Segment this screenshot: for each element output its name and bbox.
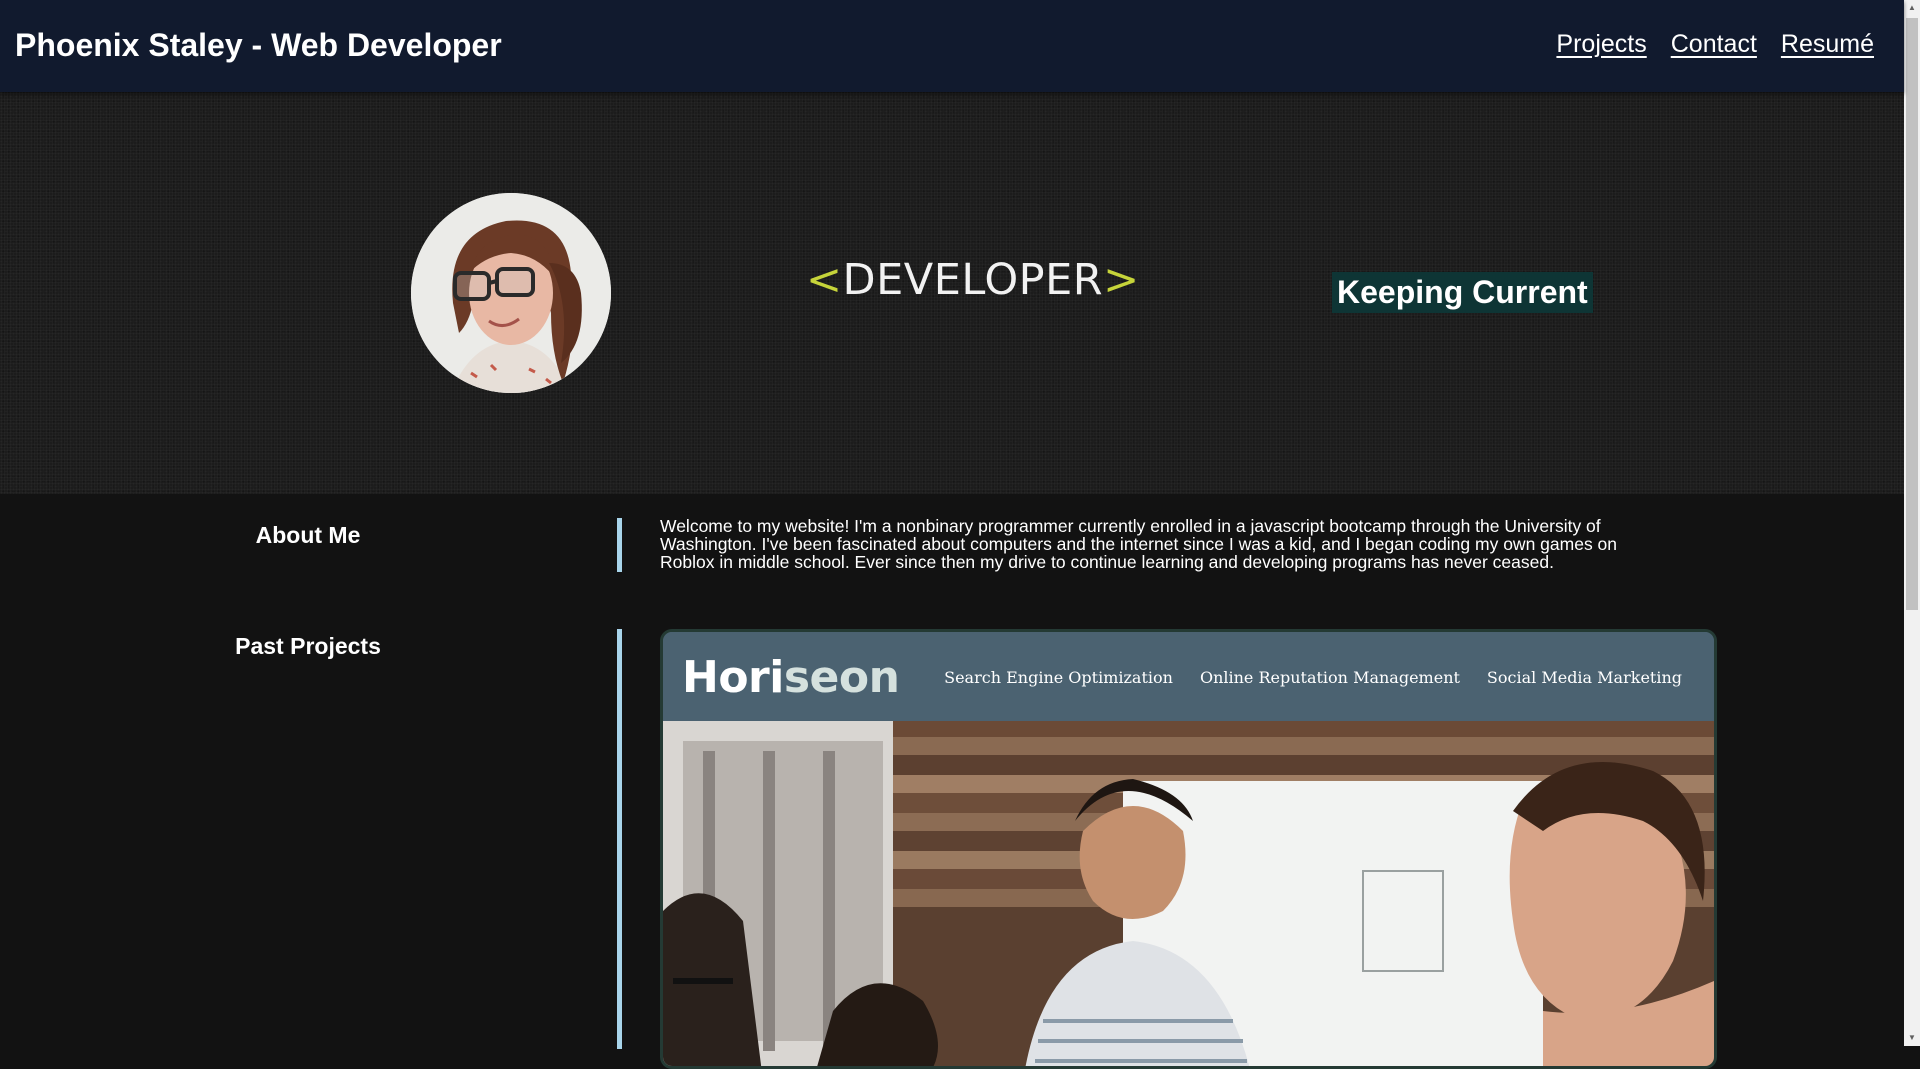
about-text: Welcome to my website! I'm a nonbinary p…	[660, 516, 1618, 572]
page-scrollbar[interactable]: ▲ ▼	[1904, 0, 1920, 1046]
about-heading: About Me	[255, 522, 361, 548]
top-navbar: Phoenix Staley - Web Developer Projects …	[0, 0, 1904, 92]
developer-logo: <DEVELOPER>	[806, 255, 1140, 305]
project-card-horiseon[interactable]: Horiseon Search Engine Optimization Onli…	[660, 629, 1717, 1069]
horiseon-nav-social: Social Media Marketing	[1486, 668, 1682, 687]
project-screenshot-image	[663, 721, 1714, 1066]
horiseon-header: Horiseon Search Engine Optimization Onli…	[663, 632, 1714, 721]
hero-banner: <DEVELOPER> Keeping Current	[0, 92, 1904, 494]
nav-link-contact[interactable]: Contact	[1671, 30, 1757, 59]
nav-link-resume[interactable]: Resumé	[1781, 30, 1874, 59]
keeping-current-label: Keeping Current	[1332, 272, 1593, 313]
horiseon-nav-reputation: Online Reputation Management	[1199, 668, 1460, 687]
horiseon-logo: Horiseon	[682, 652, 900, 703]
horiseon-nav-seo: Search Engine Optimization	[944, 668, 1173, 687]
main-nav: Projects Contact Resumé	[1556, 30, 1874, 59]
scrollbar-thumb[interactable]	[1906, 18, 1918, 610]
scroll-up-icon[interactable]: ▲	[1904, 0, 1920, 16]
horiseon-nav: Search Engine Optimization Online Reputa…	[944, 668, 1682, 687]
site-title: Phoenix Staley - Web Developer	[15, 27, 502, 63]
nav-link-projects[interactable]: Projects	[1556, 30, 1646, 59]
projects-heading: Past Projects	[235, 633, 381, 659]
projects-divider	[617, 629, 622, 1049]
about-divider	[617, 518, 622, 572]
scroll-down-icon[interactable]: ▼	[1904, 1030, 1920, 1046]
profile-photo	[411, 193, 611, 393]
